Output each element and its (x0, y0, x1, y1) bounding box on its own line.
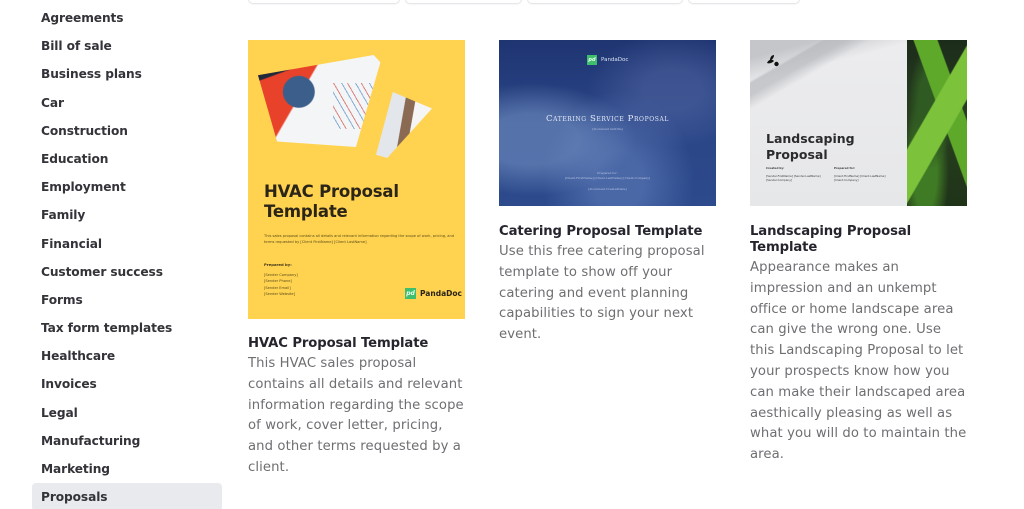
sidebar-item-invoices[interactable]: Invoices (32, 370, 222, 398)
catering-thumb-heading: Catering Service Proposal (546, 114, 669, 124)
pandadoc-logo: pd PandaDoc (587, 55, 628, 65)
catering-thumb-prepared: Prepared for: [Client.FirstName] [Client… (499, 171, 716, 181)
sidebar-item-manufacturing[interactable]: Manufacturing (32, 427, 222, 455)
catering-thumbnail[interactable]: pd PandaDoc Catering Service Proposal [D… (499, 40, 716, 206)
sidebar-item-business-plans[interactable]: Business plans (32, 60, 222, 88)
heading-line2: Proposal (766, 146, 828, 162)
sidebar-item-proposals[interactable]: Proposals (32, 483, 222, 509)
card-title[interactable]: HVAC Proposal Template (248, 336, 465, 352)
pandadoc-logo-text: PandaDoc (601, 57, 629, 63)
client-fields: [Client.FirstName] [Client.LastName] [Cl… (564, 176, 651, 180)
hvac-thumb-heading-line2: Template (264, 202, 348, 221)
catering-thumb-date: [Document.CreatedDate] (588, 187, 627, 191)
catering-thumb-subtitle: [Document subtitle] (592, 127, 623, 131)
created-fields: [Sender.FirstName] [Sender.LastName] [Se… (766, 173, 821, 183)
sidebar-item-education[interactable]: Education (32, 145, 222, 173)
filter-button-3[interactable] (527, 0, 683, 4)
hvac-thumb-fields: [Sender Company] [Sender Phone] [Sender … (264, 272, 298, 297)
hvac-thumb-heading: HVAC Proposal Template (264, 182, 399, 222)
template-card-landscaping[interactable]: Landscaping Proposal Created by: [Sender… (750, 40, 967, 462)
pandadoc-mark-icon: pd (587, 55, 597, 65)
pandadoc-logo-text: PandaDoc (420, 289, 462, 298)
sidebar-item-car[interactable]: Car (32, 89, 222, 117)
filter-button-4[interactable] (688, 0, 800, 4)
prepared-for-label: Prepared for: (834, 166, 856, 170)
filter-button-1[interactable] (248, 0, 400, 4)
plants-photo (907, 40, 967, 206)
landscaping-prepared-for: Prepared for: [Client.FirstName] [Client… (834, 166, 894, 183)
hvac-thumb-subtitle: This sales proposal contains all details… (264, 234, 455, 244)
sidebar-item-forms[interactable]: Forms (32, 286, 222, 314)
created-by-label: Created by: (766, 166, 785, 170)
hvac-thumb-prepared-by: Prepared by: (264, 262, 292, 267)
sidebar-item-agreements[interactable]: Agreements (32, 4, 222, 32)
filter-button-2[interactable] (405, 0, 522, 4)
sidebar-item-healthcare[interactable]: Healthcare (32, 342, 222, 370)
sidebar-item-construction[interactable]: Construction (32, 117, 222, 145)
sidebar-item-family[interactable]: Family (32, 201, 222, 229)
sidebar-item-customer-success[interactable]: Customer success (32, 258, 222, 286)
sidebar-item-marketing[interactable]: Marketing (32, 455, 222, 483)
category-sidebar: Agreements Bill of sale Business plans C… (32, 4, 222, 509)
hvac-photo-worker (258, 55, 381, 147)
hvac-thumbnail[interactable]: HVAC Proposal Template This sales propos… (248, 40, 465, 319)
sidebar-item-employment[interactable]: Employment (32, 173, 222, 201)
card-title[interactable]: Landscaping Proposal Template (750, 224, 967, 256)
template-card-hvac[interactable]: HVAC Proposal Template This sales propos… (248, 40, 465, 475)
sidebar-item-tax-form-templates[interactable]: Tax form templates (32, 314, 222, 342)
card-description: This HVAC sales proposal contains all de… (248, 356, 464, 475)
sidebar-item-bill-of-sale[interactable]: Bill of sale (32, 32, 222, 60)
sidebar-item-financial[interactable]: Financial (32, 230, 222, 258)
pandadoc-mark-icon: pd (405, 288, 416, 299)
card-title[interactable]: Catering Proposal Template (499, 224, 716, 240)
landscaping-thumbnail[interactable]: Landscaping Proposal Created by: [Sender… (750, 40, 967, 206)
landscaping-thumb-heading: Landscaping Proposal (766, 131, 855, 162)
card-description: Appearance makes an impression and an un… (750, 260, 967, 463)
hvac-photo-secondary (376, 92, 432, 158)
template-card-catering[interactable]: pd PandaDoc Catering Service Proposal [D… (499, 40, 716, 342)
pandadoc-logo: pd PandaDoc (405, 288, 462, 299)
leaf-logo-icon (767, 55, 779, 67)
heading-line1: Landscaping (766, 131, 855, 146)
landscaping-created-by: Created by: [Sender.FirstName] [Sender.L… (766, 166, 826, 183)
field: [Sender Website] (264, 291, 296, 296)
prepared-fields: [Client.FirstName] [Client.LastName] [Cl… (834, 173, 886, 183)
sidebar-item-legal[interactable]: Legal (32, 399, 222, 427)
card-description: Use this free catering proposal template… (499, 244, 705, 343)
hvac-thumb-heading-line1: HVAC Proposal (264, 182, 399, 201)
